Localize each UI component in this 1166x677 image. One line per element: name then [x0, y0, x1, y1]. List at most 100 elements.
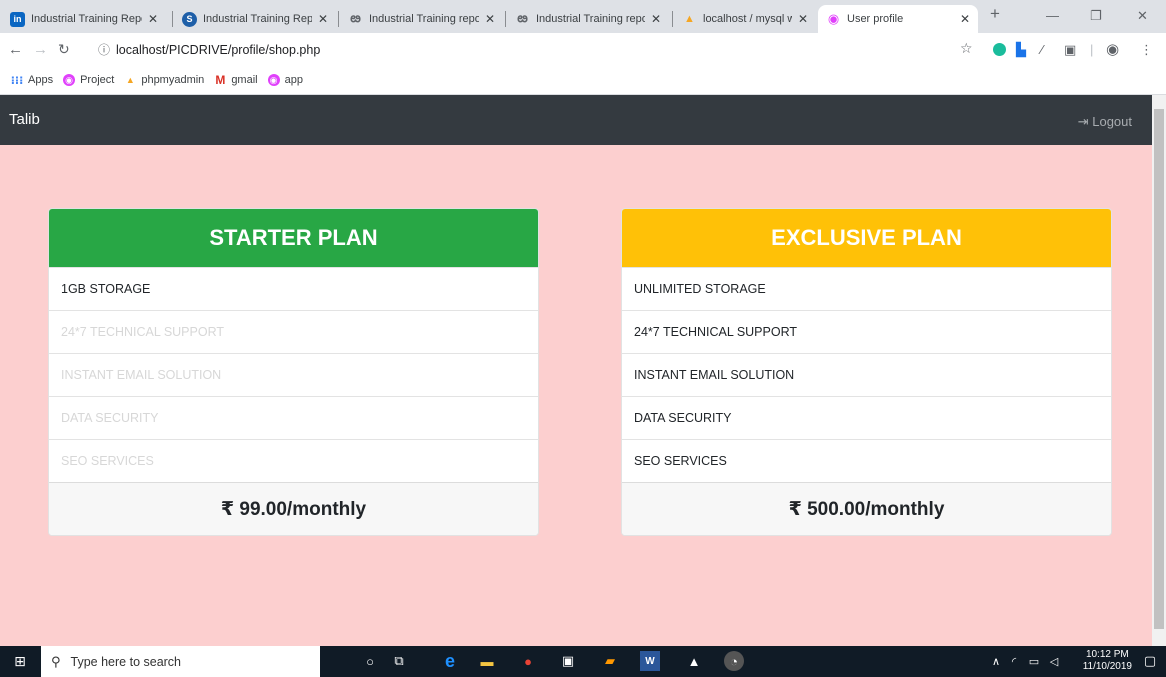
- linkedin-icon: in: [10, 11, 25, 27]
- tab-title: Industrial Training repo: [536, 13, 645, 25]
- tab-strip: in Industrial Training Repo ✕ S Industri…: [0, 0, 1166, 33]
- menu-kebab-icon[interactable]: ⋮: [1140, 42, 1153, 58]
- plan-title: STARTER PLAN: [49, 209, 538, 267]
- cortana-icon[interactable]: ○: [360, 651, 380, 671]
- bookmark-project[interactable]: ◉ Project: [63, 74, 114, 86]
- document-icon: ఴ: [517, 9, 528, 25]
- tab-3[interactable]: ఴ Industrial Training repo ✕: [507, 5, 669, 33]
- plan-feature: DATA SECURITY: [622, 396, 1111, 439]
- tab-1[interactable]: S Industrial Training Repo ✕: [174, 5, 336, 33]
- url-text: localhost/PICDRIVE/profile/shop.php: [116, 42, 321, 57]
- plan-feature: SEO SERVICES: [49, 439, 538, 482]
- logout-link[interactable]: ⇥ Logout: [1078, 114, 1132, 130]
- close-tab-icon[interactable]: ✕: [960, 12, 970, 26]
- bookmark-apps[interactable]: ⁝⁝⁝ Apps: [11, 74, 54, 87]
- clock-time: 10:12 PM: [1085, 649, 1129, 660]
- tab-title: Industrial Training Repo: [203, 13, 312, 25]
- close-tab-icon[interactable]: ✕: [148, 12, 158, 26]
- close-window-icon[interactable]: ✕: [1137, 8, 1148, 24]
- bookmark-phpmyadmin[interactable]: ▲ phpmyadmin: [124, 74, 204, 86]
- tab-title: Industrial Training repo: [369, 13, 479, 25]
- bookmark-gmail[interactable]: M gmail: [214, 73, 258, 87]
- battery-icon[interactable]: ▭: [1024, 651, 1044, 671]
- tab-active[interactable]: ◉ User profile ✕: [818, 5, 978, 33]
- store-icon[interactable]: ▣: [558, 651, 578, 671]
- volume-icon[interactable]: ◁: [1044, 651, 1064, 671]
- logout-label: Logout: [1092, 114, 1132, 129]
- plan-price[interactable]: ₹ 99.00/monthly: [49, 482, 538, 535]
- plan-feature: UNLIMITED STORAGE: [622, 267, 1111, 310]
- project-icon: ◉: [63, 74, 76, 86]
- extension-m-icon[interactable]: [993, 43, 1006, 56]
- edge-icon[interactable]: e: [440, 651, 460, 671]
- close-tab-icon[interactable]: ✕: [651, 12, 661, 26]
- maximize-icon[interactable]: ❐: [1090, 8, 1102, 24]
- info-icon[interactable]: ⓘ: [98, 41, 110, 58]
- back-icon[interactable]: ←: [8, 41, 23, 58]
- bookmark-label: gmail: [231, 74, 258, 86]
- site-navbar: Talib ⇥ Logout: [0, 95, 1152, 145]
- scrollbar-thumb[interactable]: [1154, 109, 1164, 629]
- close-tab-icon[interactable]: ✕: [798, 12, 808, 26]
- exclusive-plan-card: EXCLUSIVE PLAN UNLIMITED STORAGE 24*7 TE…: [621, 208, 1112, 536]
- chrome-icon[interactable]: ●: [518, 651, 538, 671]
- close-tab-icon[interactable]: ✕: [485, 12, 495, 26]
- taskbar-search[interactable]: ⚲ Type here to search: [41, 646, 320, 677]
- clock-date: 11/10/2019: [1082, 661, 1132, 672]
- document-icon: ఴ: [350, 9, 361, 25]
- bookmarks-bar: ⁝⁝⁝ Apps ◉ Project ▲ phpmyadmin M gmail …: [0, 66, 1166, 95]
- tab-title: User profile: [847, 13, 904, 25]
- tab-4[interactable]: ▲ localhost / mysql wamp ✕: [674, 5, 816, 33]
- brand-name[interactable]: Talib: [9, 111, 40, 128]
- eyedropper-icon[interactable]: ⁄: [1041, 42, 1043, 57]
- search-icon: ⚲: [51, 653, 61, 669]
- sublime-icon[interactable]: ▰: [600, 651, 620, 671]
- minimize-icon[interactable]: —: [1046, 8, 1059, 23]
- photos-icon[interactable]: ▲: [684, 651, 704, 671]
- address-bar[interactable]: ⓘ localhost/PICDRIVE/profile/shop.php: [98, 37, 943, 62]
- globe-icon: S: [182, 11, 197, 27]
- bookmark-app[interactable]: ◉ app: [267, 74, 303, 86]
- page-scrollbar[interactable]: [1152, 95, 1166, 646]
- extension-user-icon[interactable]: ▙: [1016, 42, 1026, 58]
- plan-price[interactable]: ₹ 500.00/monthly: [622, 482, 1111, 535]
- plan-feature: INSTANT EMAIL SOLUTION: [622, 353, 1111, 396]
- profile-icon[interactable]: ◉: [1106, 40, 1119, 58]
- network-icon[interactable]: ◜: [1004, 651, 1024, 671]
- reload-icon[interactable]: ↻: [58, 41, 70, 58]
- plan-title: EXCLUSIVE PLAN: [622, 209, 1111, 267]
- plan-feature: 1GB STORAGE: [49, 267, 538, 310]
- bookmark-label: phpmyadmin: [141, 74, 205, 86]
- windows-taskbar: ⊞ ⚲ Type here to search ○ ⧉ e ▬ ● ▣ ▰ W …: [0, 646, 1166, 677]
- toolbar-divider: |: [1090, 42, 1094, 57]
- bookmark-label: Project: [80, 74, 115, 86]
- file-explorer-icon[interactable]: ▬: [477, 651, 497, 671]
- bookmark-label: app: [284, 74, 303, 86]
- task-view-icon[interactable]: ⧉: [389, 651, 409, 671]
- bookmark-label: Apps: [28, 74, 54, 86]
- taskbar-clock[interactable]: 10:12 PM 11/10/2019: [1083, 649, 1132, 673]
- windows-start-icon[interactable]: ⊞: [10, 651, 30, 671]
- word-icon[interactable]: W: [640, 651, 660, 671]
- tray-chevron-icon[interactable]: ∧: [986, 651, 1006, 671]
- app-icon: ◉: [267, 74, 280, 86]
- tab-2[interactable]: ఴ Industrial Training repo ✕: [340, 5, 503, 33]
- tab-0[interactable]: in Industrial Training Repo ✕: [2, 5, 166, 33]
- page-content: STARTER PLAN 1GB STORAGE 24*7 TECHNICAL …: [0, 145, 1152, 646]
- notification-icon[interactable]: ▢: [1140, 651, 1160, 671]
- forward-icon[interactable]: →: [33, 41, 48, 58]
- browser-toolbar: ← → ↻ ⓘ localhost/PICDRIVE/profile/shop.…: [0, 33, 1166, 66]
- new-tab-icon[interactable]: +: [990, 4, 1000, 24]
- plan-feature: SEO SERVICES: [622, 439, 1111, 482]
- close-tab-icon[interactable]: ✕: [318, 12, 328, 26]
- tab-title: Industrial Training Repo: [31, 13, 142, 25]
- plan-feature: 24*7 TECHNICAL SUPPORT: [49, 310, 538, 353]
- phpmyadmin-icon: ▲: [684, 13, 695, 25]
- sign-out-icon: ⇥: [1077, 114, 1089, 129]
- app-running-icon[interactable]: ◔: [724, 651, 744, 671]
- bookmark-star-icon[interactable]: ☆: [960, 40, 973, 57]
- starter-plan-card: STARTER PLAN 1GB STORAGE 24*7 TECHNICAL …: [48, 208, 539, 536]
- search-placeholder: Type here to search: [70, 654, 182, 669]
- phpmyadmin-icon: ▲: [125, 75, 135, 85]
- extension-box-icon[interactable]: ▣: [1064, 42, 1076, 58]
